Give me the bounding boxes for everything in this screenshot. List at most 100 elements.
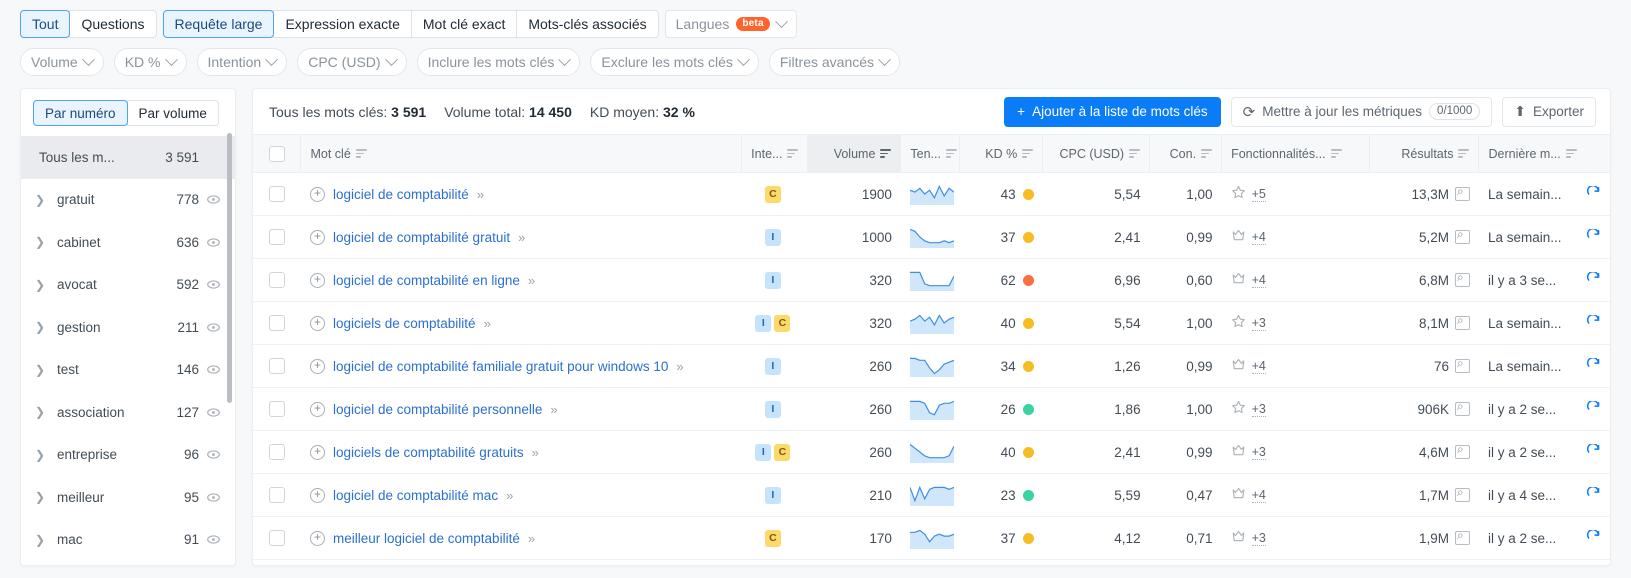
eye-icon[interactable] — [199, 405, 221, 420]
intent-badge-c[interactable]: C — [774, 315, 791, 332]
row-refresh-icon[interactable] — [1586, 529, 1601, 549]
column-header-cpc[interactable]: CPC (USD) — [1042, 134, 1150, 173]
filter-kd[interactable]: KD % — [113, 48, 187, 76]
row-checkbox[interactable] — [268, 229, 285, 246]
tab-questions[interactable]: Questions — [69, 10, 157, 38]
column-header-com[interactable]: Con. — [1149, 134, 1222, 173]
sidebar-scrollbar[interactable] — [227, 133, 232, 403]
serp-preview-icon[interactable] — [1454, 356, 1470, 373]
chevron-right-icon[interactable]: ❯ — [35, 278, 47, 292]
intent-badge-i[interactable]: I — [764, 487, 781, 504]
intent-badge-i[interactable]: I — [764, 401, 781, 418]
eye-icon[interactable] — [199, 532, 221, 547]
row-checkbox[interactable] — [268, 530, 285, 547]
sort-icon[interactable] — [787, 149, 799, 158]
row-refresh-icon[interactable] — [1586, 314, 1601, 334]
expand-keyword-icon[interactable]: » — [484, 316, 491, 331]
table-row[interactable]: logiciels de comptabilité»IC320405,541,0… — [253, 301, 1610, 345]
row-checkbox[interactable] — [268, 401, 285, 418]
serp-features-more[interactable]: +3 — [1251, 402, 1266, 417]
sidebar-item[interactable]: ❯ gestion 211 — [21, 306, 235, 349]
add-keyword-icon[interactable] — [309, 401, 325, 417]
column-header-feat[interactable]: Fonctionnalités... — [1221, 134, 1370, 173]
keyword-link[interactable]: logiciel de comptabilité familiale gratu… — [333, 359, 668, 374]
filter-intention[interactable]: Intention — [196, 48, 288, 76]
row-refresh-icon[interactable] — [1586, 357, 1601, 377]
serp-preview-icon[interactable] — [1454, 184, 1470, 201]
table-row[interactable]: logiciel de comptabilité personnelle » I 26… — [253, 387, 1610, 431]
intent-badge-i[interactable]: I — [764, 229, 781, 246]
chevron-right-icon[interactable]: ❯ — [35, 448, 47, 462]
toggle-par-numero[interactable]: Par numéro — [33, 100, 128, 126]
serp-preview-icon[interactable] — [1454, 313, 1470, 330]
crown-icon[interactable] — [1231, 271, 1246, 289]
table-row[interactable]: logiciel de comptabilité familiale gratu… — [253, 344, 1610, 388]
tab-requete-large[interactable]: Requête large — [162, 10, 275, 38]
table-row[interactable]: logiciel de comptabilité en ligne » I 320 62… — [253, 258, 1610, 302]
tab-tout[interactable]: Tout — [20, 10, 71, 38]
serp-features-more[interactable]: +5 — [1251, 187, 1266, 202]
toggle-par-volume[interactable]: Par volume — [126, 100, 219, 126]
row-refresh-icon[interactable] — [1586, 486, 1601, 506]
row-checkbox[interactable] — [268, 487, 285, 504]
row-refresh-icon[interactable] — [1586, 185, 1601, 205]
eye-icon[interactable] — [199, 192, 221, 207]
tab-mot-cle-exact[interactable]: Mot clé exact — [410, 10, 518, 38]
sort-icon[interactable] — [1565, 149, 1577, 158]
sort-icon[interactable] — [880, 149, 892, 158]
eye-icon[interactable] — [199, 362, 221, 377]
expand-keyword-icon[interactable]: » — [550, 402, 557, 417]
crown-icon[interactable] — [1231, 443, 1246, 461]
row-refresh-icon[interactable] — [1586, 271, 1601, 291]
sort-icon[interactable] — [1129, 149, 1141, 158]
tab-mots-cles-associes[interactable]: Mots-clés associés — [516, 10, 659, 38]
serp-preview-icon[interactable] — [1454, 227, 1470, 244]
expand-keyword-icon[interactable]: » — [477, 187, 484, 202]
row-refresh-icon[interactable] — [1586, 228, 1601, 248]
serp-features-more[interactable]: +3 — [1251, 531, 1266, 546]
filter-volume[interactable]: Volume — [20, 48, 104, 76]
add-keyword-icon[interactable] — [309, 444, 325, 460]
keyword-link[interactable]: logiciel de comptabilité mac — [333, 488, 498, 503]
row-checkbox[interactable] — [268, 358, 285, 375]
sort-icon[interactable] — [1022, 149, 1034, 158]
sort-icon[interactable] — [1201, 149, 1213, 158]
serp-preview-icon[interactable] — [1454, 399, 1470, 416]
chevron-right-icon[interactable]: ❯ — [35, 235, 47, 249]
add-keyword-icon[interactable] — [309, 530, 325, 546]
crown-icon[interactable] — [1231, 228, 1246, 246]
keyword-link[interactable]: logiciel de comptabilité — [333, 187, 469, 202]
row-checkbox[interactable] — [268, 272, 285, 289]
eye-icon[interactable] — [199, 277, 221, 292]
column-header-res[interactable]: Résultats — [1369, 134, 1479, 173]
column-header-trend[interactable]: Ten... — [900, 134, 960, 173]
add-keyword-icon[interactable] — [309, 229, 325, 245]
chevron-right-icon[interactable]: ❯ — [35, 320, 47, 334]
row-checkbox[interactable] — [268, 444, 285, 461]
select-all-checkbox[interactable] — [268, 145, 285, 162]
eye-icon[interactable] — [199, 320, 221, 335]
serp-features-more[interactable]: +4 — [1251, 488, 1266, 503]
add-keyword-icon[interactable] — [309, 272, 325, 288]
expand-keyword-icon[interactable]: » — [528, 273, 535, 288]
sidebar-item[interactable]: ❯ mac 91 — [21, 519, 235, 562]
sort-icon[interactable] — [355, 149, 367, 158]
star-icon[interactable] — [1231, 400, 1246, 418]
expand-keyword-icon[interactable]: » — [532, 445, 539, 460]
table-row[interactable]: meilleur logiciel de comptabilité » C 170 37… — [253, 516, 1610, 560]
keyword-link[interactable]: logiciels de comptabilité gratuits — [333, 445, 524, 460]
keyword-link[interactable]: meilleur logiciel de comptabilité — [333, 531, 520, 546]
serp-preview-icon[interactable] — [1454, 528, 1470, 545]
sort-icon[interactable] — [945, 149, 957, 158]
row-refresh-icon[interactable] — [1586, 443, 1601, 463]
serp-features-more[interactable]: +3 — [1251, 316, 1266, 331]
chevron-right-icon[interactable]: ❯ — [35, 193, 47, 207]
crown-icon[interactable] — [1231, 529, 1246, 547]
eye-icon[interactable] — [199, 490, 221, 505]
sidebar-item[interactable]: ❯ avocat 592 — [21, 264, 235, 307]
crown-icon[interactable] — [1231, 486, 1246, 504]
expand-keyword-icon[interactable]: » — [676, 359, 683, 374]
export-button[interactable]: ⬆ Exporter — [1502, 96, 1596, 127]
intent-badge-i[interactable]: I — [764, 272, 781, 289]
eye-icon[interactable] — [199, 235, 221, 250]
